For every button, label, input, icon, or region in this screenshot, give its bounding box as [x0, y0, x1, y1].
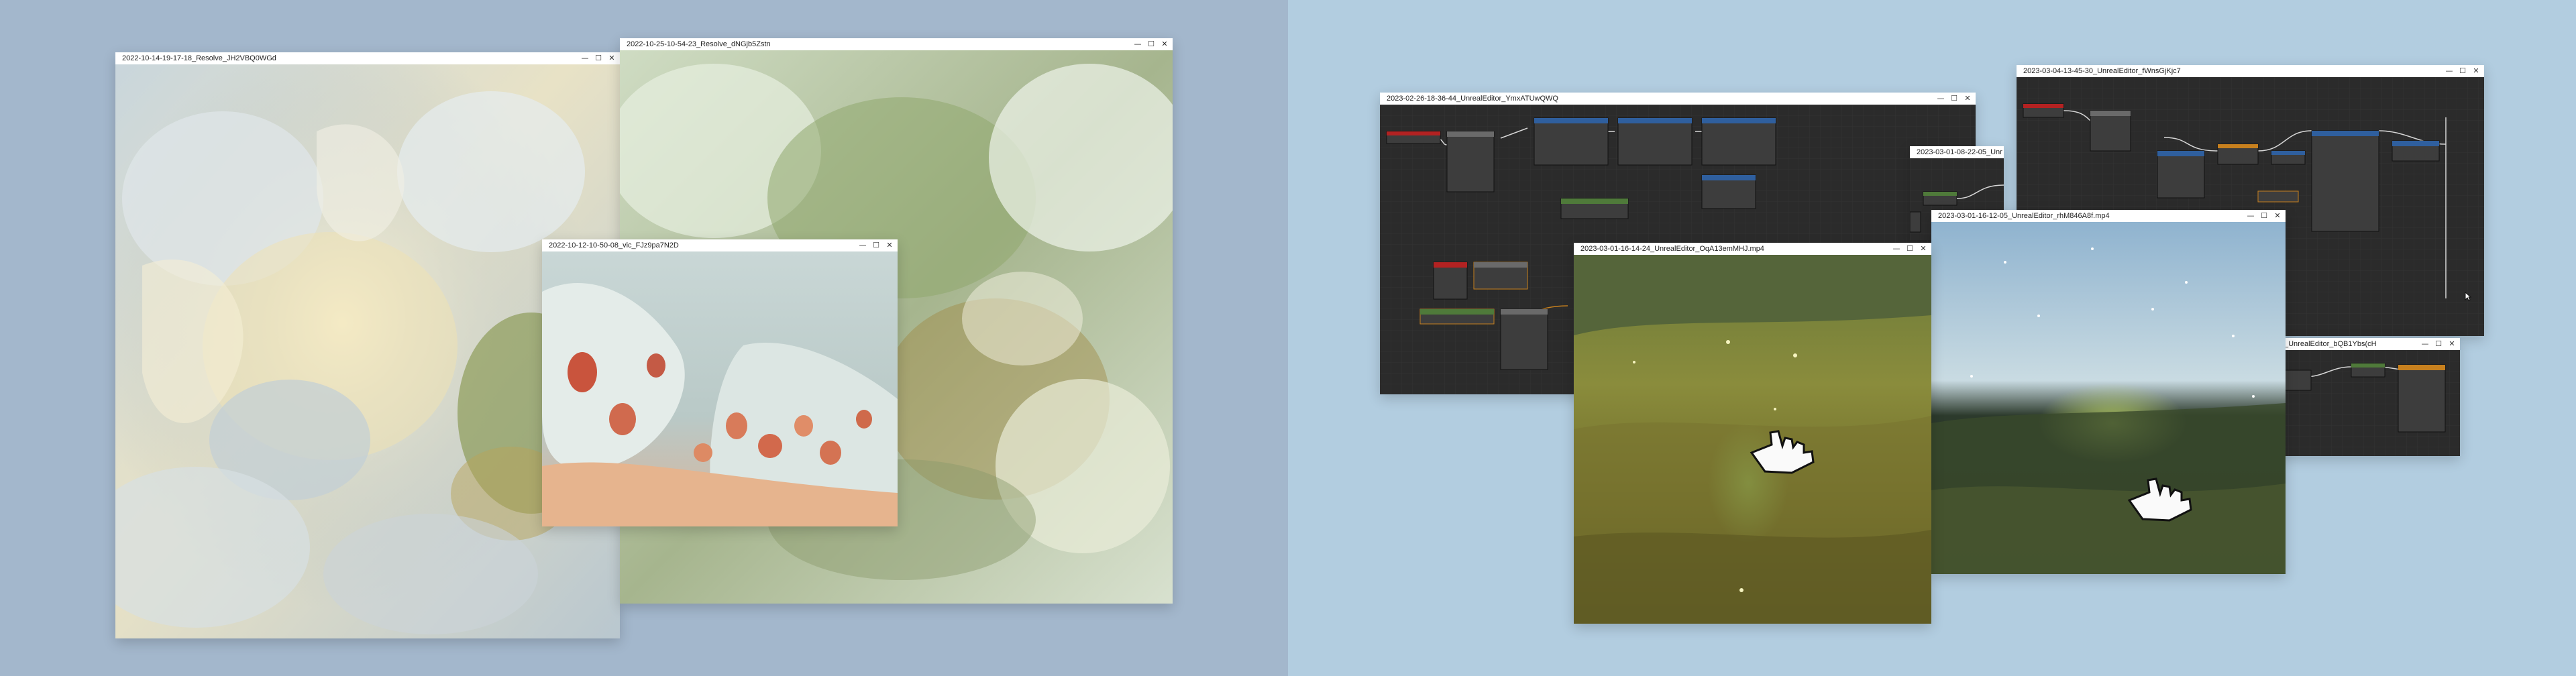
titlebar[interactable]: 2022-10-14-19-17-18_Resolve_JH2VBQ0WGd —… — [115, 52, 620, 64]
titlebar[interactable]: 2023-03-01-16-12-05_UnrealEditor_rhM846A… — [1931, 210, 2286, 222]
window-title: 2023-03-01-16-12-05_UnrealEditor_rhM846A… — [1938, 212, 2110, 220]
minimize-icon[interactable]: — — [581, 54, 589, 62]
maximize-icon[interactable]: ☐ — [2260, 211, 2268, 219]
titlebar[interactable]: 2023-03-04-13-45-30_UnrealEditor_fWnsGjK… — [2017, 65, 2484, 77]
blueprint-graph[interactable] — [2277, 350, 2460, 456]
minimize-icon[interactable]: — — [1134, 40, 1142, 48]
maximize-icon[interactable]: ☐ — [2434, 339, 2443, 347]
titlebar[interactable]: 2023-02-26-18-36-44_UnrealEditor_YmxATUw… — [1380, 93, 1976, 105]
window-title: 2022-10-14-19-17-18_Resolve_JH2VBQ0WGd — [122, 54, 276, 62]
maximize-icon[interactable]: ☐ — [1906, 244, 1914, 252]
hand-cursor-icon — [1745, 426, 1819, 480]
maximize-icon[interactable]: ☐ — [1147, 40, 1155, 48]
window-unreal-blueprint-4[interactable]: _UnrealEditor_bQB1Ybs(cH — ☐ ✕ — [2277, 338, 2460, 456]
window-title: 2023-03-04-13-45-30_UnrealEditor_fWnsGjK… — [2023, 67, 2181, 75]
render-preview — [542, 251, 898, 526]
window-vic-render[interactable]: 2022-10-12-10-50-08_vic_FJz9pa7N2D — ☐ ✕ — [542, 239, 898, 526]
window-title: _UnrealEditor_bQB1Ybs(cH — [2284, 340, 2377, 348]
close-icon[interactable]: ✕ — [2472, 66, 2480, 74]
titlebar[interactable]: 2022-10-25-10-54-23_Resolve_dNGjb5Zstn —… — [620, 38, 1173, 50]
video-preview[interactable] — [1574, 255, 1931, 624]
minimize-icon[interactable]: — — [1937, 94, 1945, 102]
maximize-icon[interactable]: ☐ — [2459, 66, 2467, 74]
window-title: 2023-03-01-16-14-24_UnrealEditor_OqA13em… — [1580, 245, 1764, 253]
window-unreal-video-sky[interactable]: 2023-03-01-16-12-05_UnrealEditor_rhM846A… — [1931, 210, 2286, 574]
window-title: 2022-10-12-10-50-08_vic_FJz9pa7N2D — [549, 241, 679, 249]
minimize-icon[interactable]: — — [1892, 244, 1900, 252]
hand-cursor-icon — [2123, 473, 2196, 527]
close-icon[interactable]: ✕ — [1919, 244, 1927, 252]
titlebar[interactable]: 2022-10-12-10-50-08_vic_FJz9pa7N2D — ☐ ✕ — [542, 239, 898, 251]
window-title: 2023-03-01-08-22-05_Unr — [1917, 148, 2002, 156]
close-icon[interactable]: ✕ — [885, 241, 894, 249]
maximize-icon[interactable]: ☐ — [594, 54, 602, 62]
minimize-icon[interactable]: — — [2247, 211, 2255, 219]
window-unreal-video-field[interactable]: 2023-03-01-16-14-24_UnrealEditor_OqA13em… — [1574, 243, 1931, 624]
close-icon[interactable]: ✕ — [1964, 94, 1972, 102]
close-icon[interactable]: ✕ — [2273, 211, 2282, 219]
minimize-icon[interactable]: — — [859, 241, 867, 249]
minimize-icon[interactable]: — — [2445, 66, 2453, 74]
titlebar[interactable]: 2023-03-01-16-14-24_UnrealEditor_OqA13em… — [1574, 243, 1931, 255]
window-title: 2023-02-26-18-36-44_UnrealEditor_YmxATUw… — [1387, 95, 1558, 103]
minimize-icon[interactable]: — — [2421, 339, 2429, 347]
window-title: 2022-10-25-10-54-23_Resolve_dNGjb5Zstn — [627, 40, 771, 48]
titlebar[interactable]: 2023-03-01-08-22-05_Unr — [1910, 146, 2004, 158]
titlebar[interactable]: _UnrealEditor_bQB1Ybs(cH — ☐ ✕ — [2277, 338, 2460, 350]
close-icon[interactable]: ✕ — [1161, 40, 1169, 48]
close-icon[interactable]: ✕ — [608, 54, 616, 62]
maximize-icon[interactable]: ☐ — [1950, 94, 1958, 102]
maximize-icon[interactable]: ☐ — [872, 241, 880, 249]
close-icon[interactable]: ✕ — [2448, 339, 2456, 347]
video-preview[interactable] — [1931, 222, 2286, 574]
arrow-cursor-icon — [2465, 291, 2472, 301]
